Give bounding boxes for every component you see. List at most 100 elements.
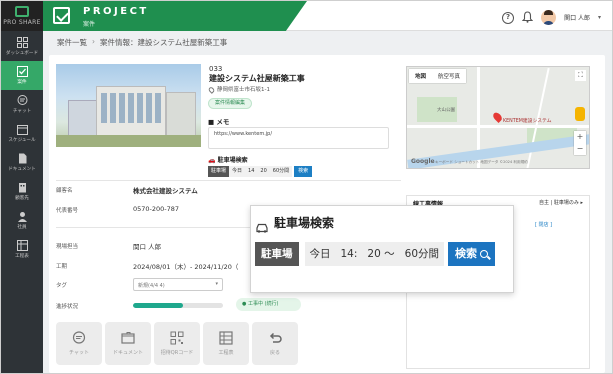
map-view[interactable]: 地図 航空写真 ⛶ 大山公園 KENTEM建設システム + − Google キ… [406,66,590,169]
header-subtitle: 案件 [83,21,96,28]
breadcrumb-current: 案件情報：建設システム社屋新築工事 [100,38,228,47]
status-badge: ● 工事中 (続行) [236,298,301,311]
parking-minute[interactable]: 20 [257,166,270,177]
parking-hour[interactable]: 14 [245,166,258,177]
detail-value[interactable]: 0570-200-787 [133,205,179,213]
parking-duration[interactable]: 60分間 [269,166,293,177]
map-type-tabs: 地図 航空写真 [409,69,467,83]
schedule-table-icon [219,331,233,345]
breadcrumb-separator: › [92,37,95,46]
parking-label: 🚗 駐車場検索 [208,155,248,164]
sidebar-item-schedule[interactable]: スケジュール [1,119,43,148]
edit-project-button[interactable]: 案件情報編集 [208,98,253,109]
map-marker-icon[interactable] [491,110,504,124]
parking-search-button[interactable]: 検索 [294,166,313,177]
sidebar-item-dashboard[interactable]: ダッシュボード [1,32,43,61]
tab-satellite[interactable]: 航空写真 [432,69,466,83]
zoom-out-button[interactable]: − [574,143,586,155]
action-label: 招待QRコード [160,350,194,356]
chat-icon [17,95,28,106]
breadcrumb: 案件一覧 › 案件情報：建設システム社屋新築工事 [57,37,227,48]
bell-icon[interactable] [521,8,534,27]
chevron-down-icon: ▾ [215,281,218,287]
folder-icon [121,331,135,345]
parking-tag: 駐車場 [255,242,299,266]
document-button[interactable]: ドキュメント [105,322,151,365]
building-shape [96,86,166,136]
street-view-pegman-icon[interactable] [575,107,585,121]
return-arrow-icon [268,331,282,345]
qr-code-icon [170,331,184,345]
memo-box[interactable]: https://www.kentem.jp/ [208,127,389,149]
back-button[interactable]: 戻る [252,322,298,365]
sidebar-item-label: チャット [12,109,32,114]
sidebar-item-label: ダッシュボード [5,51,39,56]
sidebar-item-clients[interactable]: 顧客先 [1,177,43,206]
parking-tag: 駐車場 [208,166,230,177]
edit-project-label: 案件情報編集 [215,100,246,106]
sidebar-item-document[interactable]: ドキュメント [1,148,43,177]
sidebar-item-project[interactable]: 案件 [1,61,43,90]
memo-url[interactable]: https://www.kentem.jp/ [214,131,272,137]
schedule-table-button[interactable]: 工程表 [203,322,249,365]
header-title: PROJECT [83,6,149,17]
detail-key: 現場担当 [56,244,79,250]
chevron-down-icon[interactable]: ▾ [598,14,601,21]
parking-search-row: 駐車場 今日 14 20 60分間 検索 [208,166,313,177]
project-banner: PROJECT 案件 [43,1,307,31]
question-circle-icon[interactable]: ? [502,11,515,24]
grid-icon [16,37,28,48]
project-photo [56,64,201,147]
sidebar-item-label: ドキュメント [8,167,36,172]
location-pin-icon [207,85,216,94]
detail-row-client: 顧客名 株式会社建設システム [56,182,401,200]
status-text: 工事中 (続行) [247,301,279,307]
parking-search-row-zoomed: 駐車場 今日 14: 20 ～ 60分間 検索 [255,242,496,266]
memo-label: ■ メモ [208,118,230,126]
map-road [407,125,589,128]
project-address-text: 静岡県富士市石坂1-1 [217,87,270,93]
action-label: 戻る [269,350,280,356]
sidebar-item-label: 案件 [17,80,27,85]
tag-select[interactable]: 新規(4/4 4) ▾ [133,278,223,291]
tab-map[interactable]: 地図 [409,69,432,83]
action-label: ドキュメント [112,350,143,356]
person-icon [17,211,28,222]
detail-value: 株式会社建設システム [133,187,198,195]
app-window: PRO SHARE ダッシュボード 案件 チャット スケジュール ドキュメント … [0,0,613,374]
divider [56,180,401,181]
parking-duration[interactable]: 60分間 [399,242,445,266]
detail-value: 2024/08/01（木）- 2024/11/20（ [133,263,239,271]
detail-key: 工期 [56,264,68,270]
calendar-icon [16,124,28,135]
parking-minute-value: 20 [367,248,381,260]
fullscreen-icon[interactable]: ⛶ [575,70,586,81]
side-panel-filter[interactable]: 自主 | 駐車場のみ ▸ [539,199,583,206]
app-logo[interactable]: PRO SHARE [1,1,43,31]
car-icon [255,218,269,233]
parking-minute[interactable]: 20 ～ [362,242,400,266]
top-header: PROJECT 案件 ? 関口 人郎 ▾ [43,1,612,31]
sidebar-item-chat[interactable]: チャット [1,90,43,119]
progress-bar [133,303,223,308]
parking-day[interactable]: 今日 [229,166,246,177]
side-panel-link[interactable]: [ 閉店 ] [535,221,552,228]
sidebar-item-process[interactable]: 工程表 [1,235,43,264]
sidebar-item-label: 工程表 [15,254,29,259]
parking-hour[interactable]: 14: [335,242,363,266]
project-name: 建設システム社屋新築工事 [209,74,305,83]
zoom-in-button[interactable]: + [574,131,586,143]
parking-search-button[interactable]: 検索 [448,242,496,266]
action-label: 工程表 [218,350,234,356]
sidebar-item-staff[interactable]: 社員 [1,206,43,235]
project-address: 静岡県富士市石坂1-1 [207,85,270,94]
breadcrumb-root-link[interactable]: 案件一覧 [57,37,87,48]
parking-day[interactable]: 今日 [304,242,336,266]
detail-row-progress: 進捗状況 ● 工事中 (続行) [56,298,401,316]
qr-code-button[interactable]: 招待QRコード [154,322,200,365]
chat-button[interactable]: チャット [56,322,102,365]
avatar[interactable] [541,10,557,25]
parking-search-label: 検索 [455,247,478,260]
chat-bubble-icon [72,331,86,345]
user-name[interactable]: 関口 人郎 [564,13,590,22]
